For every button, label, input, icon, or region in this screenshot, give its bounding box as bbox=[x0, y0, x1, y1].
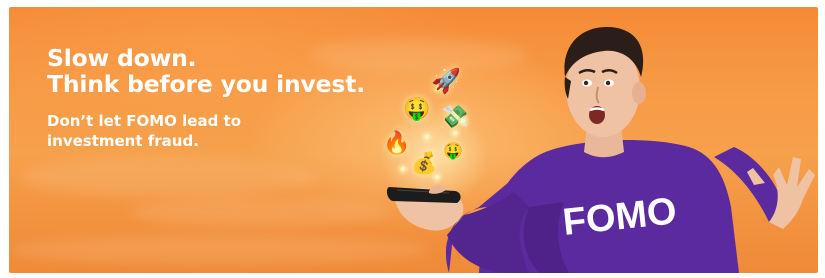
man-holding-phone-illustration: FOMO bbox=[386, 27, 815, 273]
page: Slow down. Think before you invest. Don’… bbox=[0, 0, 825, 278]
promo-banner[interactable]: Slow down. Think before you invest. Don’… bbox=[9, 7, 818, 273]
